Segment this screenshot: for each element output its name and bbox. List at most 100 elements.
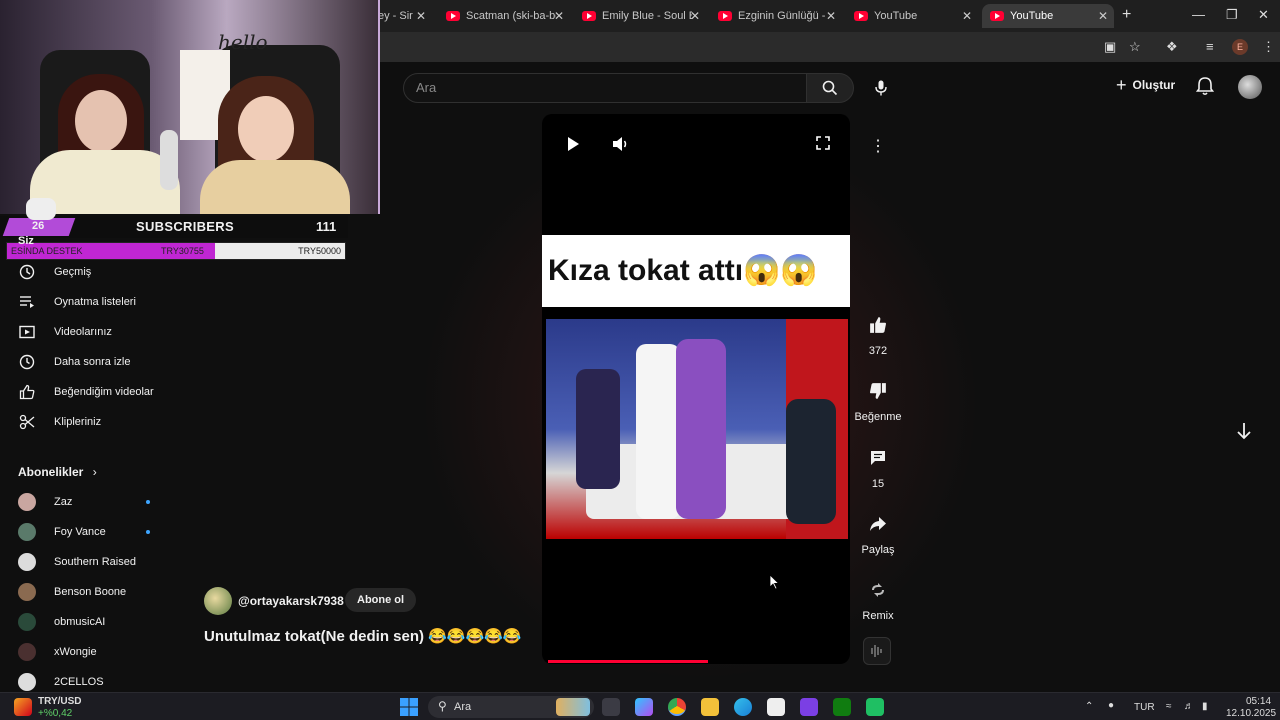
your-videos-icon [18,323,36,341]
subscription-item[interactable]: Zaz [18,487,72,517]
subscriptions-heading[interactable]: Abonelikler › [18,465,97,479]
channel-avatar[interactable] [204,587,232,615]
comment-count: 15 [871,478,885,490]
clock-time[interactable]: 05:14 [1246,696,1271,707]
restore-icon[interactable]: ❐ [1226,7,1238,23]
sidebar-item-liked-videos[interactable]: Beğendiğim videolar [18,377,154,407]
goal-target: TRY50000 [298,246,341,256]
share-button[interactable]: Paylaş [852,511,904,556]
remix-button[interactable]: Remix [852,577,904,622]
comment-icon [852,445,904,471]
app-icon[interactable] [866,698,884,716]
short-video-player[interactable]: Kıza tokat attı😱😱 [542,114,850,664]
tab-close-icon[interactable]: ✕ [416,9,426,23]
dislike-button[interactable]: Beğenme [852,378,904,423]
channel-handle[interactable]: @ortayakarsk7938 [238,594,344,608]
subscription-item[interactable]: xWongie [18,637,97,667]
search-input[interactable]: Ara [403,73,807,103]
voice-search-button[interactable] [865,73,897,103]
windows-start-icon[interactable] [400,698,418,716]
channel-avatar [18,493,36,511]
youtube-icon [990,11,1004,21]
xbox-icon[interactable] [833,698,851,716]
app-icon[interactable] [800,698,818,716]
browser-tab-active[interactable]: YouTube ✕ [982,4,1114,28]
bookmark-star-icon[interactable]: ☆ [1129,39,1141,55]
sidebar-item-your-videos[interactable]: Videolarınız [18,317,112,347]
video-frame [546,319,848,539]
wifi-icon[interactable]: ≈ [1166,701,1172,712]
new-tab-button[interactable]: + [1122,6,1131,24]
notifications-button[interactable] [1195,76,1215,101]
window-close-icon[interactable]: ✕ [1258,7,1269,23]
browser-tab[interactable]: Emily Blue - Soul Blue ✕ [574,4,706,28]
file-explorer-icon[interactable] [701,698,719,716]
microphone-icon[interactable]: ● [1108,700,1114,711]
chrome-icon[interactable] [668,698,686,716]
webcam-overlay: hello [0,0,380,214]
like-count: 372 [868,345,888,357]
comments-button[interactable]: 15 [852,445,904,490]
subscription-item[interactable]: Southern Raised [18,547,136,577]
tab-close-icon[interactable]: ✕ [962,9,972,23]
minimize-icon[interactable]: — [1192,7,1205,22]
browser-profile-avatar[interactable]: E [1232,39,1248,55]
sidebar-item-clips[interactable]: Klipleriniz [18,407,101,437]
sound-thumbnail[interactable] [863,637,891,665]
search-icon: ⚲ [438,699,447,713]
weather-widget-icon[interactable] [14,698,32,716]
account-avatar[interactable] [1238,75,1262,99]
tab-close-icon[interactable]: ✕ [1098,9,1108,23]
person-figure [786,399,836,524]
channel-avatar [18,673,36,691]
edge-icon[interactable] [734,698,752,716]
fullscreen-icon[interactable] [816,136,830,155]
dislike-label: Beğenme [854,411,902,423]
wall-sign: hello [218,30,268,54]
search-button[interactable] [806,73,854,103]
volume-icon[interactable] [612,136,630,157]
copilot-icon[interactable] [635,698,653,716]
tab-close-icon[interactable]: ✕ [826,9,836,23]
more-options-icon[interactable]: ⋮ [870,136,886,156]
browser-tab[interactable]: Scatman (ski-ba-bop ✕ [438,4,570,28]
subscription-item[interactable]: obmusicAI [18,607,105,637]
install-app-icon[interactable]: ▣ [1104,39,1116,55]
short-title[interactable]: Unutulmaz tokat(Ne dedin sen) 😂😂😂😂😂 [204,627,522,645]
battery-icon[interactable]: ▮ [1202,701,1208,712]
windows-taskbar: TRY/USD +%0,42 Ara ⚲ ⌃ ● TUR ≈ ♬ ▮ 05:14… [0,692,1280,720]
extensions-icon[interactable]: ❖ [1166,39,1178,55]
history-icon [18,263,36,281]
language-indicator[interactable]: TUR [1134,702,1155,713]
play-icon[interactable] [566,136,580,157]
tab-close-icon[interactable]: ✕ [690,9,700,23]
create-button[interactable]: + Oluştur [1116,76,1175,94]
you-section-label[interactable]: Siz [18,235,34,247]
tab-close-icon[interactable]: ✕ [554,9,564,23]
mouse-cursor-icon [769,574,779,590]
browser-tab[interactable]: Ezginin Günlüğü - El ✕ [710,4,842,28]
channel-avatar [18,643,36,661]
sidebar-item-label: Klipleriniz [54,416,102,428]
store-icon[interactable] [767,698,785,716]
sidebar-item-watch-later[interactable]: Daha sonra izle [18,347,130,377]
browser-tab[interactable]: YouTube ✕ [846,4,978,28]
subscription-item[interactable]: Benson Boone [18,577,126,607]
tab-title: YouTube [874,10,918,22]
clock-date[interactable]: 12.10.2025 [1226,708,1276,719]
like-button[interactable]: 372 [852,312,904,357]
next-short-button[interactable] [1236,422,1252,445]
subscription-item[interactable]: Foy Vance [18,517,106,547]
sidebar-item-history[interactable]: Geçmiş [18,257,91,287]
chevron-up-icon[interactable]: ⌃ [1085,701,1093,712]
media-controls-icon[interactable]: ≡ [1206,39,1214,54]
video-progress-bar[interactable] [548,660,708,663]
channel-avatar [18,613,36,631]
person-body [200,160,350,214]
speaker-icon[interactable]: ♬ [1184,701,1194,712]
task-view-icon[interactable] [602,698,620,716]
subscribe-button[interactable]: Abone ol [345,588,417,612]
sidebar-item-playlists[interactable]: Oynatma listeleri [18,287,136,317]
bell-icon [1195,77,1215,96]
browser-menu-icon[interactable]: ⋮ [1262,39,1275,55]
